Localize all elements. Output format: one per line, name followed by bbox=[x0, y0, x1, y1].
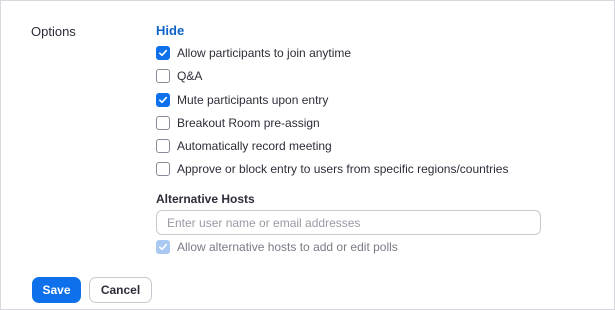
option-label: Automatically record meeting bbox=[177, 139, 332, 153]
option-mute-on-entry[interactable]: Mute participants upon entry bbox=[156, 92, 328, 108]
option-region-restriction[interactable]: Approve or block entry to users from spe… bbox=[156, 161, 508, 177]
option-label: Allow participants to join anytime bbox=[177, 46, 352, 60]
checkbox-unchecked-icon[interactable] bbox=[156, 69, 170, 83]
option-label: Allow alternative hosts to add or edit p… bbox=[177, 240, 398, 254]
alternative-hosts-title: Alternative Hosts bbox=[156, 192, 255, 206]
checkbox-checked-icon[interactable] bbox=[156, 46, 170, 60]
save-button[interactable]: Save bbox=[32, 277, 81, 303]
checkbox-unchecked-icon[interactable] bbox=[156, 139, 170, 153]
option-breakout-preassign[interactable]: Breakout Room pre-assign bbox=[156, 115, 320, 131]
option-label: Mute participants upon entry bbox=[177, 93, 329, 107]
options-section-label: Options bbox=[31, 24, 76, 39]
cancel-button[interactable]: Cancel bbox=[89, 277, 152, 303]
option-alt-hosts-polls: Allow alternative hosts to add or edit p… bbox=[156, 239, 398, 255]
checkbox-unchecked-icon[interactable] bbox=[156, 116, 170, 130]
checkbox-checked-disabled-icon bbox=[156, 240, 170, 254]
option-auto-record[interactable]: Automatically record meeting bbox=[156, 138, 332, 154]
option-allow-join-anytime[interactable]: Allow participants to join anytime bbox=[156, 45, 351, 61]
hide-options-link[interactable]: Hide bbox=[156, 23, 184, 38]
checkbox-unchecked-icon[interactable] bbox=[156, 162, 170, 176]
meeting-options-panel: Options Hide Allow participants to join … bbox=[0, 0, 615, 310]
checkbox-checked-icon[interactable] bbox=[156, 93, 170, 107]
option-label: Breakout Room pre-assign bbox=[177, 116, 320, 130]
option-label: Q&A bbox=[177, 69, 203, 83]
option-qa[interactable]: Q&A bbox=[156, 68, 202, 84]
option-label: Approve or block entry to users from spe… bbox=[177, 162, 509, 176]
alternative-hosts-input[interactable] bbox=[156, 210, 541, 235]
